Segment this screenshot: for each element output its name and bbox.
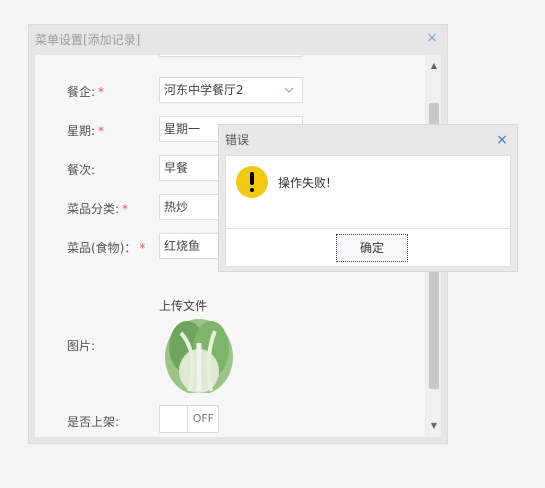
dish-image xyxy=(159,313,239,393)
toggle-state: OFF xyxy=(192,412,214,425)
close-icon[interactable]: × xyxy=(495,133,509,147)
warning-icon xyxy=(236,166,268,198)
company-select[interactable]: 河东中学餐厅2 xyxy=(159,77,303,103)
shelf-toggle[interactable]: OFF xyxy=(159,405,219,433)
divider xyxy=(226,228,510,229)
field-label-meal: 餐次: xyxy=(67,163,96,177)
error-dialog-body: 操作失败! 确定 xyxy=(225,155,511,267)
cabbage-image xyxy=(159,313,239,393)
field-label-category: 菜品分类: * xyxy=(67,202,129,216)
dialog-title: 菜单设置[添加记录] xyxy=(35,33,141,47)
toggle-knob xyxy=(160,406,188,432)
error-message: 操作失败! xyxy=(278,176,331,190)
ok-button[interactable]: 确定 xyxy=(336,234,408,262)
scroll-up-icon[interactable]: ▲ xyxy=(429,61,439,71)
error-dialog: 错误 × 操作失败! 确定 xyxy=(218,124,518,272)
field-label-dish: 菜品(食物)： * xyxy=(67,241,146,255)
close-icon[interactable]: × xyxy=(425,31,439,45)
image-label: 图片: xyxy=(67,339,96,353)
field-label-company: 餐企: * xyxy=(67,85,105,99)
scroll-down-icon[interactable]: ▼ xyxy=(429,421,439,431)
top-field-partial xyxy=(159,55,303,57)
error-dialog-title: 错误 xyxy=(225,133,250,147)
field-label-weekday: 星期: * xyxy=(67,124,105,138)
upload-file-link[interactable]: 上传文件 xyxy=(159,297,207,314)
chevron-down-icon xyxy=(284,87,294,93)
shelf-label: 是否上架: xyxy=(67,415,120,429)
